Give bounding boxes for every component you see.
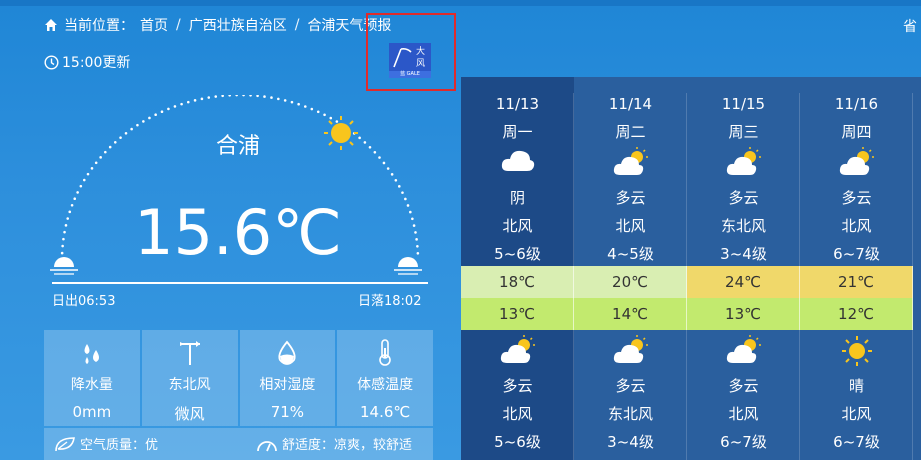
forecast-night-level: 3~4级 xyxy=(607,433,654,451)
forecast-weekday: 周二 xyxy=(615,123,646,141)
sunrise-icon xyxy=(50,257,78,275)
low-temp: 13℃ xyxy=(461,298,574,330)
forecast-day-weather: 多云 xyxy=(841,189,872,207)
forecast-night-wind: 东北风 xyxy=(607,405,653,423)
forecast-day-level: 3~4级 xyxy=(720,245,767,263)
forecast-date: 11/13 xyxy=(495,95,540,113)
stat-precipitation: 降水量 0mm xyxy=(44,330,140,426)
leaf-icon xyxy=(55,436,75,451)
city-name: 合浦 xyxy=(215,134,260,159)
high-temp: 21℃ xyxy=(800,266,913,298)
current-temperature: 15.6℃ xyxy=(134,196,342,269)
high-temp-row: 18℃ 20℃ 24℃ 21℃ xyxy=(461,266,921,298)
clock-icon xyxy=(44,54,59,70)
forecast-night-wind: 北风 xyxy=(841,405,872,423)
gale-warning-icon[interactable]: 大 风 蓝 GALE xyxy=(389,43,431,78)
forecast-weekday: 周四 xyxy=(841,123,872,141)
sunset-icon xyxy=(394,257,422,275)
high-temp: 24℃ xyxy=(687,266,800,298)
stat-value: 0mm xyxy=(72,403,112,421)
stat-label: 东北风 xyxy=(168,377,211,393)
humidity-icon xyxy=(278,340,296,365)
partly-cloudy-icon xyxy=(574,335,687,369)
forecast-day-level: 4~5级 xyxy=(607,245,654,263)
low-temp: 14℃ xyxy=(574,298,687,330)
low-temp: 12℃ xyxy=(800,298,913,330)
stat-value: 14.6℃ xyxy=(360,403,411,421)
forecast-day-weather: 阴 xyxy=(509,189,525,207)
stat-label: 相对湿度 xyxy=(259,377,316,393)
partly-cloudy-icon xyxy=(461,335,574,369)
sunset-time: 日落18:02 xyxy=(358,294,422,309)
stat-value: 微风 xyxy=(174,405,205,423)
forecast-night-level: 6~7级 xyxy=(720,433,767,451)
breadcrumb: 当前位置： 首页 / 广西壮族自治区 / 合浦天气预报 xyxy=(44,15,391,35)
forecast-day-wind: 北风 xyxy=(841,217,872,235)
high-temp: 18℃ xyxy=(461,266,574,298)
air-quality: 空气质量：优 xyxy=(80,438,159,453)
windvane-icon xyxy=(179,341,200,365)
forecast-weekday: 周三 xyxy=(728,123,759,141)
forecast-night-weather: 晴 xyxy=(848,377,864,395)
breadcrumb-province[interactable]: 广西壮族自治区 xyxy=(189,15,287,35)
forecast-day-weather: 多云 xyxy=(728,189,759,207)
raindrops-icon xyxy=(84,344,99,364)
forecast-night-weather: 多云 xyxy=(615,377,646,395)
forecast-date: 11/15 xyxy=(721,95,766,113)
forecast-night-weather: 多云 xyxy=(728,377,759,395)
forecast-day-level: 5~6级 xyxy=(494,245,541,263)
forecast-day-wind: 东北风 xyxy=(720,217,766,235)
stat-label: 降水量 xyxy=(70,377,113,393)
stat-feels-like: 体感温度 14.6℃ xyxy=(337,330,433,426)
alert-footer: 蓝 GALE xyxy=(389,71,431,78)
partly-cloudy-icon xyxy=(687,147,800,181)
forecast-day-wind: 北风 xyxy=(615,217,646,235)
thermometer-icon xyxy=(379,339,391,366)
top-bar xyxy=(0,0,921,6)
alert-title-line2: 风 xyxy=(416,59,426,69)
flag-icon xyxy=(393,48,412,68)
breadcrumb-prefix: 当前位置： xyxy=(64,18,134,34)
current-stats: 降水量 0mm 东北风 微风 相对湿度 71% 体感温度 14.6℃ xyxy=(44,330,433,426)
breadcrumb-home[interactable]: 首页 xyxy=(140,15,168,35)
forecast-day-weather: 多云 xyxy=(615,189,646,207)
gauge-icon xyxy=(257,440,277,451)
forecast-day-wind: 北风 xyxy=(502,217,533,235)
partly-cloudy-icon xyxy=(800,147,913,181)
breadcrumb-separator: / xyxy=(176,17,181,33)
home-icon[interactable] xyxy=(44,18,58,32)
partly-cloudy-icon xyxy=(687,335,800,369)
forecast-date: 11/16 xyxy=(834,95,879,113)
forecast-day-level: 6~7级 xyxy=(833,245,880,263)
low-temp-row: 13℃ 14℃ 13℃ 12℃ xyxy=(461,298,921,330)
forecast-night-wind: 北风 xyxy=(502,405,533,423)
stat-humidity: 相对湿度 71% xyxy=(239,330,336,426)
high-temp: 20℃ xyxy=(574,266,687,298)
update-time-label: 15:00更新 xyxy=(62,55,131,71)
partly-cloudy-icon xyxy=(574,147,687,181)
sunrise-time: 日出06:53 xyxy=(52,294,116,309)
update-time: 15:00更新 xyxy=(44,52,130,72)
forecast-night-level: 5~6级 xyxy=(494,433,541,451)
comfort-level: 舒适度：凉爽，较舒适 xyxy=(282,438,413,453)
forecast-weekday: 周一 xyxy=(502,123,533,141)
low-temp: 13℃ xyxy=(687,298,800,330)
forecast-night-wind: 北风 xyxy=(728,405,759,423)
air-comfort-bar: 空气质量：优 舒适度：凉爽，较舒适 xyxy=(44,428,433,460)
stat-value: 71% xyxy=(270,403,305,421)
forecast-night-weather: 多云 xyxy=(502,377,533,395)
cloudy-icon xyxy=(461,147,574,177)
stat-wind: 东北风 微风 xyxy=(141,330,238,426)
forecast-night-level: 6~7级 xyxy=(833,433,880,451)
stat-label: 体感温度 xyxy=(357,377,414,393)
sunny-icon xyxy=(800,335,913,371)
forecast-date: 11/14 xyxy=(608,95,653,113)
side-link[interactable]: 省 xyxy=(903,16,917,36)
breadcrumb-separator: / xyxy=(294,17,300,33)
